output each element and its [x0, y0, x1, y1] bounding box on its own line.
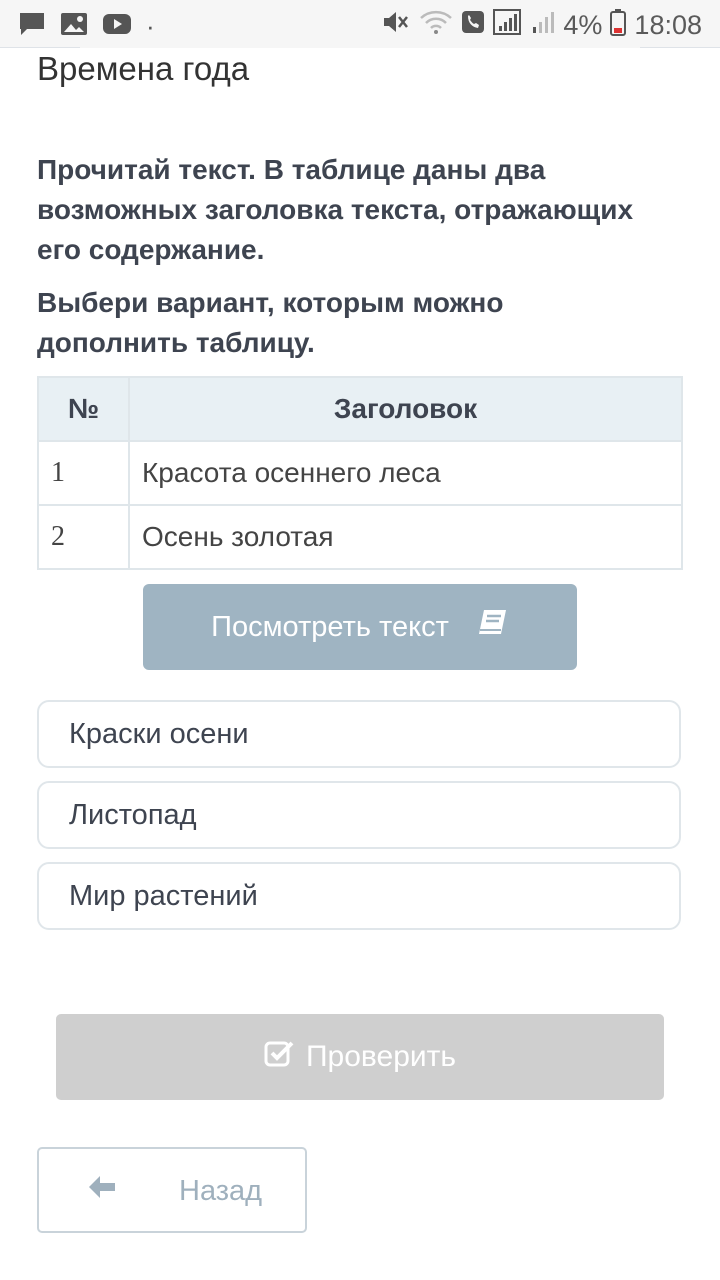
- youtube-icon: [102, 12, 132, 41]
- signal-weak-icon: [531, 9, 555, 42]
- row-title: Красота осеннего леса: [128, 440, 683, 506]
- status-bar-system: 4% 18:08: [381, 8, 702, 43]
- column-header-number: №: [37, 376, 130, 442]
- battery-low-icon: [610, 8, 627, 43]
- book-icon: [477, 608, 509, 646]
- row-number: 2: [37, 504, 130, 570]
- table-header-row: № Заголовок: [37, 376, 683, 442]
- column-header-title: Заголовок: [128, 376, 683, 442]
- page-title: Времена года: [37, 50, 250, 87]
- headings-table: № Заголовок 1 Красота осеннего леса 2 Ос…: [37, 376, 683, 570]
- mute-icon: [381, 9, 411, 42]
- wifi-icon: [419, 9, 453, 42]
- arrow-left-icon: [87, 1173, 117, 1209]
- table-row: 1 Красота осеннего леса: [37, 440, 683, 506]
- answer-option-label: Краски осени: [69, 717, 249, 750]
- message-icon: [18, 11, 46, 42]
- status-dot: ·: [146, 11, 155, 41]
- check-button[interactable]: Проверить: [56, 1014, 664, 1100]
- answer-option[interactable]: Мир растений: [37, 862, 681, 930]
- clock: 18:08: [634, 10, 702, 40]
- table-row: 2 Осень золотая: [37, 504, 683, 570]
- answer-option-label: Мир растений: [69, 879, 258, 912]
- signal-icon: [493, 8, 523, 43]
- divider: [0, 47, 80, 48]
- row-title: Осень золотая: [128, 504, 683, 570]
- phone-icon: [461, 9, 485, 42]
- divider: [640, 47, 720, 48]
- answer-option[interactable]: Листопад: [37, 781, 681, 849]
- check-button-label: Проверить: [305, 1040, 457, 1073]
- answer-option-label: Листопад: [69, 798, 197, 831]
- check-square-icon: [264, 1039, 296, 1075]
- answer-option[interactable]: Краски осени: [37, 700, 681, 768]
- image-icon: [60, 11, 88, 42]
- back-button[interactable]: Назад: [37, 1147, 307, 1233]
- back-button-label: Назад: [179, 1175, 263, 1207]
- battery-percent: 4%: [563, 10, 603, 40]
- status-bar-notifications: ·: [18, 11, 155, 42]
- status-bar: · 4% 18:08: [0, 0, 720, 48]
- view-text-label: Посмотреть текст: [211, 610, 449, 643]
- instruction-question: Выбери вариант, которым можно дополнить …: [37, 287, 504, 358]
- view-text-button[interactable]: Посмотреть текст: [143, 584, 577, 670]
- row-number: 1: [37, 440, 130, 506]
- instruction-text: Прочитай текст. В таблице даны два возмо…: [37, 154, 634, 265]
